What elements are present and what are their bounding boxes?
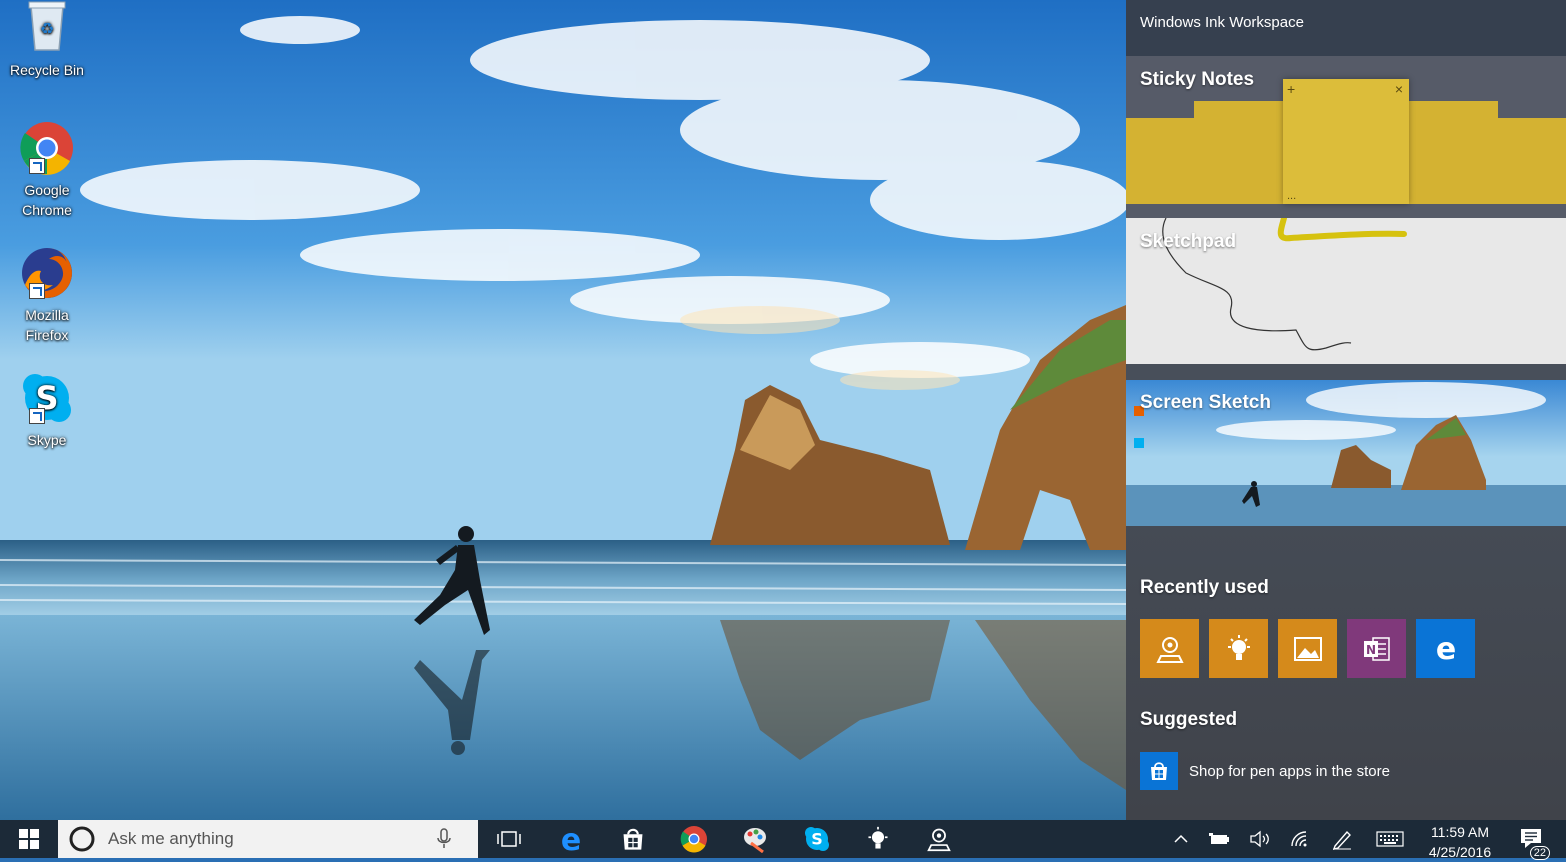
recent-app-tips[interactable] (1209, 619, 1268, 678)
sticky-note[interactable] (1126, 118, 1194, 204)
svg-text:e: e (561, 825, 581, 853)
pen-icon (1332, 830, 1351, 850)
windows-ink-workspace-panel: Windows Ink Workspace + × ... Sticky Not… (1126, 0, 1566, 820)
edge-icon: e (561, 825, 581, 853)
volume-icon (1250, 830, 1269, 848)
store-icon (1140, 752, 1178, 790)
action-center-button[interactable]: 22 (1512, 820, 1552, 860)
wifi-icon (1291, 831, 1307, 847)
shortcut-arrow-icon (29, 158, 45, 174)
desktop-icon-label: Recycle Bin (10, 62, 84, 78)
sketchpad-label: Sketchpad (1140, 231, 1237, 252)
clock-date: 4/25/2016 (1428, 844, 1492, 860)
sticky-notes-label: Sticky Notes (1140, 69, 1255, 90)
search-input[interactable] (106, 828, 430, 850)
desktop-icon-recycle-bin[interactable]: ♻ Recycle Bin (6, 0, 88, 80)
taskbar-app-edge[interactable]: e (548, 820, 594, 858)
desktop-icon-label: Skype (27, 432, 67, 448)
sticky-note[interactable] (1498, 118, 1566, 204)
desktop-icon-google-chrome[interactable]: Google Chrome (6, 120, 88, 220)
sticky-note[interactable] (1408, 101, 1498, 204)
maps-icon (927, 828, 951, 852)
taskbar-app-paint[interactable] (732, 820, 778, 858)
skype-icon: S (19, 370, 75, 426)
task-view-icon (497, 831, 521, 847)
desktop: ♻ Recycle Bin Google Chrome Mozilla Fire… (0, 0, 1126, 820)
show-hidden-icons-button[interactable] (1166, 820, 1196, 858)
photos-icon (1293, 636, 1322, 661)
desktop-icon-label: Google Chrome (22, 182, 72, 218)
svg-text:N: N (1365, 643, 1375, 657)
wallpaper (0, 0, 1126, 820)
desktop-icon-skype[interactable]: S Skype (6, 370, 88, 450)
shortcut-arrow-icon (29, 283, 45, 299)
windows-logo-icon (19, 829, 39, 849)
battery-button[interactable] (1204, 820, 1236, 858)
network-button[interactable] (1284, 820, 1316, 858)
battery-icon (1209, 833, 1229, 844)
sticky-note-active[interactable]: + × ... (1283, 79, 1409, 204)
recent-app-photos[interactable] (1278, 619, 1337, 678)
suggested-item-shop-pen-apps[interactable]: Shop for pen apps in the store (1140, 752, 1390, 790)
store-icon (623, 828, 643, 850)
paint-icon (744, 828, 766, 853)
shortcut-arrow-icon (29, 408, 45, 424)
windows-ink-button[interactable] (1326, 820, 1358, 858)
task-view-button[interactable] (486, 820, 532, 858)
cortana-search-box[interactable] (58, 820, 478, 858)
screen-sketch-label: Screen Sketch (1140, 392, 1271, 413)
chrome-icon (19, 120, 75, 176)
keyboard-icon (1376, 831, 1404, 847)
onenote-icon: N (1363, 636, 1390, 661)
suggested-label: Suggested (1140, 709, 1238, 730)
tips-icon (868, 826, 888, 849)
maps-icon (1155, 636, 1184, 663)
close-note-button[interactable]: × (1395, 81, 1403, 97)
skype-icon: S (805, 827, 829, 851)
touch-keyboard-button[interactable] (1372, 820, 1408, 858)
svg-text:♻: ♻ (40, 19, 54, 38)
chrome-icon (680, 826, 707, 853)
recently-used-tiles: N e (1140, 619, 1475, 678)
clock-time: 11:59 AM (1430, 824, 1490, 840)
chevron-up-icon (1174, 834, 1188, 843)
desktop-icon-label: Mozilla Firefox (25, 307, 69, 343)
recently-used-label: Recently used (1140, 577, 1269, 598)
start-button[interactable] (0, 820, 58, 858)
taskbar-app-chrome[interactable] (671, 820, 717, 858)
taskbar-app-store[interactable] (610, 820, 656, 858)
firefox-icon (19, 245, 75, 301)
taskbar-app-maps[interactable] (916, 820, 962, 858)
recent-app-maps[interactable] (1140, 619, 1199, 678)
tips-icon (1227, 634, 1250, 660)
microphone-icon[interactable] (436, 828, 452, 850)
screen-sketch-card[interactable]: Screen Sketch (1126, 380, 1566, 526)
taskbar: e S (0, 820, 1566, 860)
sticky-notes-card[interactable]: + × ... Sticky Notes (1126, 56, 1566, 218)
edge-icon: e (1435, 634, 1455, 664)
clock[interactable]: 11:59 AM 4/25/2016 (1412, 822, 1508, 862)
taskbar-app-skype[interactable]: S (794, 820, 840, 858)
taskbar-app-tips[interactable] (855, 820, 901, 858)
desktop-icon-mozilla-firefox[interactable]: Mozilla Firefox (6, 245, 88, 345)
svg-text:S: S (811, 830, 823, 849)
cortana-icon (69, 826, 95, 852)
recycle-bin-icon: ♻ (19, 0, 75, 56)
recent-app-onenote[interactable]: N (1347, 619, 1406, 678)
volume-button[interactable] (1244, 820, 1276, 858)
sticky-note[interactable] (1194, 101, 1284, 204)
sketchpad-card[interactable]: Sketchpad (1126, 218, 1566, 364)
suggested-item-label: Shop for pen apps in the store (1189, 762, 1390, 780)
svg-text:e: e (1435, 634, 1455, 664)
ink-workspace-title: Windows Ink Workspace (1140, 14, 1304, 31)
recent-app-edge[interactable]: e (1416, 619, 1475, 678)
note-menu-button[interactable]: ... (1287, 190, 1296, 202)
add-note-button[interactable]: + (1287, 81, 1295, 97)
